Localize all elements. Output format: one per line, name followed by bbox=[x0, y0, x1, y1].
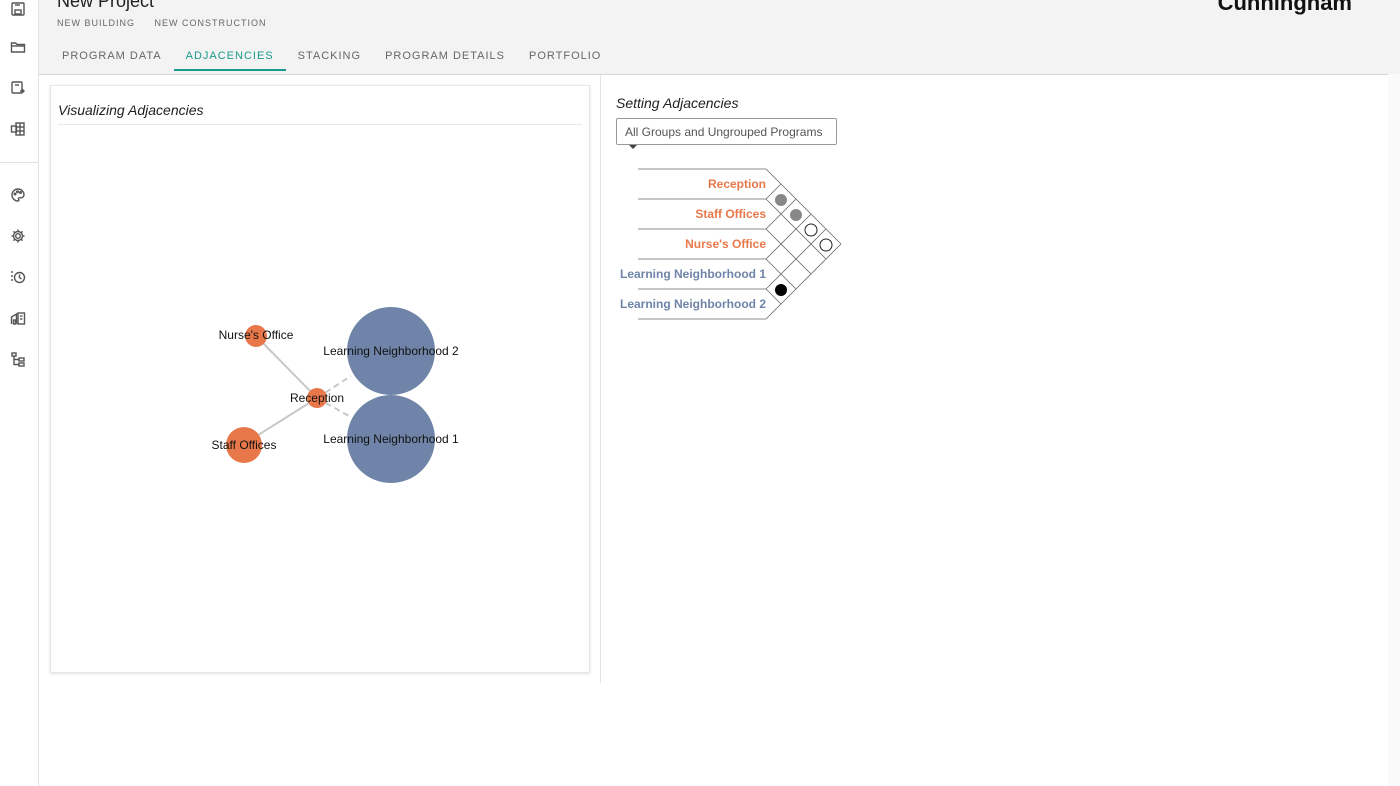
folder-icon[interactable] bbox=[9, 38, 27, 56]
adjacency-marker-reception-ln1[interactable] bbox=[804, 223, 818, 237]
palette-icon[interactable] bbox=[9, 186, 27, 204]
group-filter-value: All Groups and Ungrouped Programs bbox=[625, 125, 823, 139]
subtag-building-type: NEW BUILDING bbox=[57, 18, 136, 28]
label-reception: Reception bbox=[290, 391, 344, 405]
tab-portfolio[interactable]: PORTFOLIO bbox=[517, 47, 613, 71]
scrollbar-track[interactable] bbox=[1388, 74, 1400, 786]
adjacency-marker-reception-staff[interactable] bbox=[775, 194, 787, 206]
main-tabs: PROGRAM DATA ADJACENCIES STACKING PROGRA… bbox=[50, 47, 613, 74]
header-bar: New Project NEW BUILDING NEW CONSTRUCTIO… bbox=[39, 0, 1400, 75]
brand-logo: Cunningham bbox=[1217, 0, 1352, 15]
adjacency-marker-reception-ln2[interactable] bbox=[819, 238, 833, 252]
matrix-label-learning-neighborhood-2: Learning Neighborhood 2 bbox=[620, 297, 766, 311]
matrix-label-learning-neighborhood-1: Learning Neighborhood 1 bbox=[620, 267, 766, 281]
building-icon[interactable] bbox=[9, 309, 27, 327]
rail-divider bbox=[0, 162, 38, 163]
save-as-icon[interactable] bbox=[9, 79, 27, 97]
label-learning-neighborhood-2: Learning Neighborhood 2 bbox=[323, 344, 459, 358]
adjacency-graph[interactable]: Nurse's Office Reception Staff Offices L… bbox=[51, 86, 589, 672]
link-nurses-reception bbox=[255, 335, 318, 399]
project-subtags: NEW BUILDING NEW CONSTRUCTION bbox=[57, 18, 283, 28]
matrix-label-nurses-office: Nurse's Office bbox=[685, 237, 766, 251]
project-title: New Project bbox=[57, 0, 155, 11]
save-icon[interactable] bbox=[9, 0, 27, 18]
gear-icon[interactable] bbox=[9, 227, 27, 245]
visualizing-adjacencies-card: Visualizing Adjacencies Nurse's Office R… bbox=[50, 85, 590, 673]
tab-adjacencies[interactable]: ADJACENCIES bbox=[173, 47, 286, 71]
icon-rail bbox=[0, 0, 39, 786]
hierarchy-icon[interactable] bbox=[9, 350, 27, 368]
adjacency-marker-ln1-ln2[interactable] bbox=[775, 284, 787, 296]
caret-down-icon bbox=[629, 144, 637, 149]
label-learning-neighborhood-1: Learning Neighborhood 1 bbox=[323, 432, 459, 446]
setting-title: Setting Adjacencies bbox=[616, 95, 739, 111]
label-staff-offices: Staff Offices bbox=[212, 438, 277, 452]
label-nurses-office: Nurse's Office bbox=[219, 328, 294, 342]
tab-stacking[interactable]: STACKING bbox=[286, 47, 373, 71]
matrix-label-staff-offices: Staff Offices bbox=[695, 207, 766, 221]
adjacency-matrix: Reception Staff Offices Nurse's Office L… bbox=[620, 168, 842, 320]
subtag-construction-type: NEW CONSTRUCTION bbox=[154, 18, 267, 28]
history-icon[interactable] bbox=[9, 268, 27, 286]
matrix-label-reception: Reception bbox=[708, 177, 766, 191]
export-excel-icon[interactable] bbox=[9, 120, 27, 138]
tab-program-data[interactable]: PROGRAM DATA bbox=[50, 47, 174, 71]
group-filter-dropdown[interactable]: All Groups and Ungrouped Programs bbox=[616, 118, 837, 149]
adjacency-marker-reception-nurses[interactable] bbox=[790, 209, 802, 221]
tab-program-details[interactable]: PROGRAM DETAILS bbox=[373, 47, 517, 71]
